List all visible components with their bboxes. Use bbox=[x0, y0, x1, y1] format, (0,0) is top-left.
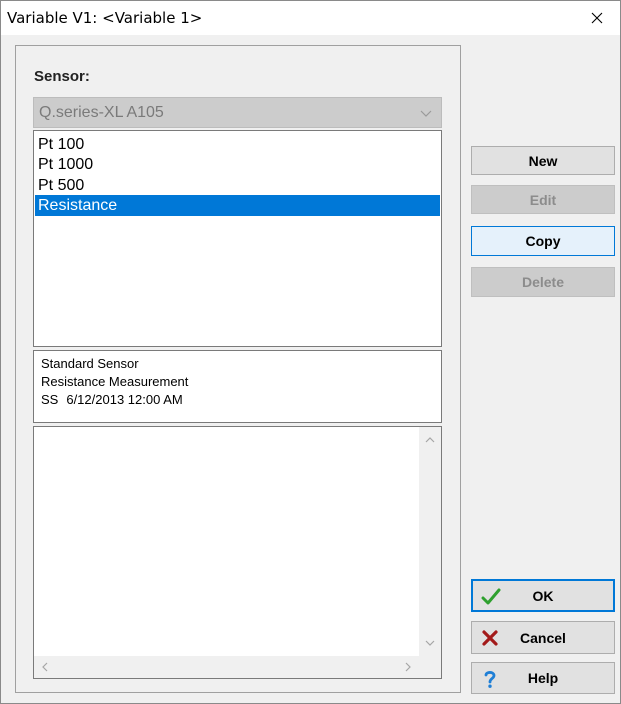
list-item[interactable]: Pt 1000 bbox=[35, 154, 440, 175]
info-line-author-date: SS 6/12/2013 12:00 AM bbox=[41, 392, 183, 407]
edit-button-label: Edit bbox=[529, 191, 557, 208]
help-button[interactable]: Help bbox=[471, 662, 615, 694]
info-line-type: Standard Sensor bbox=[41, 356, 139, 371]
delete-button-label: Delete bbox=[521, 274, 565, 290]
info-line-measurement: Resistance Measurement bbox=[41, 374, 189, 389]
list-item-selected[interactable]: Resistance bbox=[35, 195, 440, 216]
scroll-down-icon[interactable] bbox=[424, 637, 436, 649]
x-mark-icon bbox=[482, 630, 498, 646]
list-item[interactable]: Pt 100 bbox=[35, 134, 440, 155]
scrollbar-corner bbox=[419, 656, 441, 678]
new-button-label: New bbox=[528, 152, 558, 169]
sensor-type-value: Q.series-XL A105 bbox=[39, 103, 164, 121]
window-title: Variable V1: <Variable 1> bbox=[7, 9, 203, 27]
copy-button-label: Copy bbox=[525, 233, 561, 249]
sensor-listbox[interactable]: Pt 100 Pt 1000 Pt 500 Resistance bbox=[33, 130, 442, 347]
info-author: SS bbox=[41, 392, 59, 407]
edit-button[interactable]: Edit bbox=[471, 185, 615, 214]
scroll-left-icon[interactable] bbox=[39, 661, 51, 673]
checkmark-icon bbox=[481, 588, 501, 605]
new-button[interactable]: New bbox=[471, 146, 615, 175]
horizontal-scrollbar[interactable] bbox=[34, 656, 419, 678]
copy-button[interactable]: Copy bbox=[471, 226, 615, 256]
question-mark-icon bbox=[484, 671, 496, 688]
close-button[interactable] bbox=[574, 1, 620, 35]
help-button-label: Help bbox=[527, 670, 559, 686]
sensor-type-dropdown[interactable]: Q.series-XL A105 bbox=[33, 97, 442, 128]
close-icon bbox=[591, 12, 603, 24]
cancel-button[interactable]: Cancel bbox=[471, 621, 615, 654]
scroll-right-icon[interactable] bbox=[402, 661, 414, 673]
sensor-label: Sensor: bbox=[34, 68, 90, 85]
cancel-button-label: Cancel bbox=[520, 629, 566, 646]
description-textarea[interactable] bbox=[33, 426, 442, 679]
scroll-up-icon[interactable] bbox=[424, 434, 436, 446]
dialog-window: Variable V1: <Variable 1> Sensor: Q.seri… bbox=[0, 0, 621, 704]
info-date: 6/12/2013 12:00 AM bbox=[66, 392, 183, 407]
chevron-down-icon bbox=[420, 110, 432, 117]
sensor-info-box: Standard Sensor Resistance Measurement S… bbox=[33, 350, 442, 423]
title-bar: Variable V1: <Variable 1> bbox=[1, 1, 620, 35]
vertical-scrollbar[interactable] bbox=[419, 427, 441, 656]
delete-button[interactable]: Delete bbox=[471, 267, 615, 297]
ok-button[interactable]: OK bbox=[471, 579, 615, 612]
list-item[interactable]: Pt 500 bbox=[35, 175, 440, 196]
ok-button-label: OK bbox=[532, 587, 554, 604]
